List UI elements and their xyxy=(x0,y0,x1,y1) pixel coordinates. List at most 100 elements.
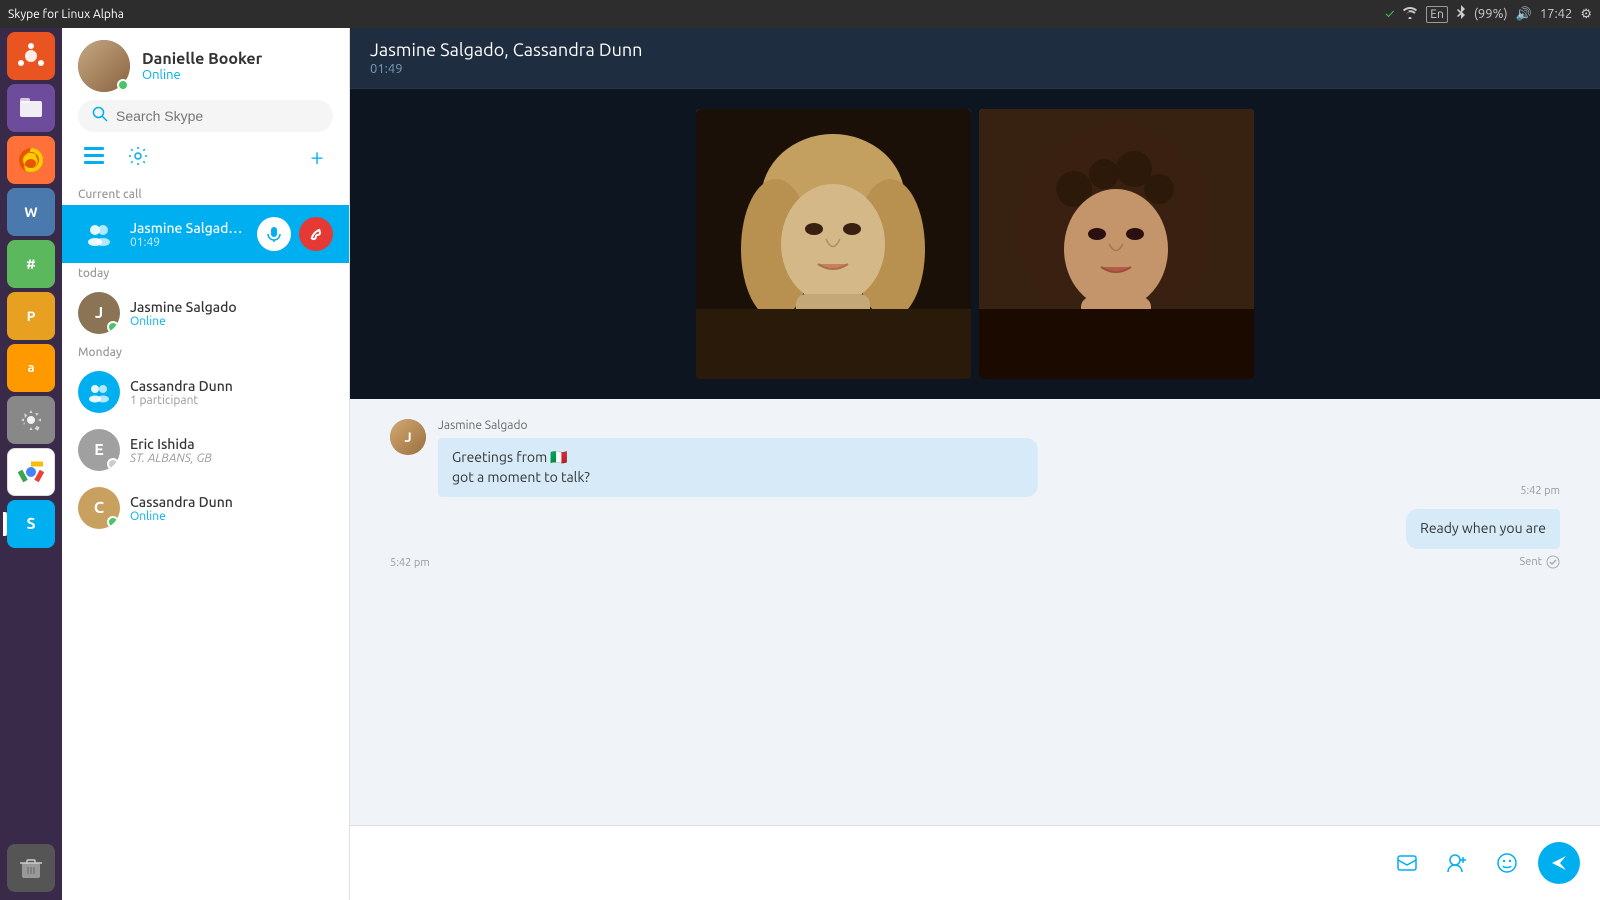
jasmine-msg-avatar: J xyxy=(390,419,426,455)
search-input[interactable] xyxy=(116,108,319,124)
contact-item-cassandra[interactable]: C Cassandra Dunn Online xyxy=(62,479,349,537)
cassandra-status-text: Online xyxy=(130,510,333,523)
contact-item-jasmine[interactable]: J Jasmine Salgado Online xyxy=(62,284,349,342)
sent-status: Sent xyxy=(1520,555,1560,569)
message-group-jasmine: J Jasmine Salgado Greetings from 🇮🇹 got … xyxy=(390,419,1560,497)
video-jasmine xyxy=(696,109,971,379)
avatar-container xyxy=(78,40,130,92)
cassandra-info: Cassandra Dunn Online xyxy=(130,494,333,523)
dock-system-settings[interactable] xyxy=(7,396,55,444)
contacts-tab-btn[interactable] xyxy=(78,140,110,172)
contact-item-eric[interactable]: E Eric Ishida ST. ALBANS, GB xyxy=(62,421,349,479)
eric-info: Eric Ishida ST. ALBANS, GB xyxy=(130,436,333,465)
settings-btn[interactable] xyxy=(122,140,154,172)
mute-btn[interactable] xyxy=(257,217,291,251)
cassandra-avatar: C xyxy=(78,487,120,529)
dock-trash[interactable] xyxy=(7,844,55,892)
titlebar-left: Skype for Linux Alpha xyxy=(8,8,124,21)
call-duration: 01:49 xyxy=(130,236,247,249)
user-name: Danielle Booker xyxy=(142,50,262,68)
add-contact-btn[interactable]: + xyxy=(301,140,333,172)
check-tray-icon: ✓ xyxy=(1385,7,1394,21)
eric-status xyxy=(107,458,119,470)
sidebar-header: Danielle Booker Online xyxy=(62,28,349,100)
call-controls xyxy=(257,217,333,251)
sidebar: Danielle Booker Online + Current call xyxy=(62,28,350,900)
video-area xyxy=(350,89,1600,399)
own-msg-bubble: Ready when you are xyxy=(1406,509,1560,549)
jasmine-msg-time: 5:42 pm xyxy=(1520,485,1560,497)
call-info: Jasmine Salgado, Ca... 01:49 xyxy=(130,220,247,249)
chat-area: Jasmine Salgado, Cassandra Dunn 01:49 xyxy=(350,28,1600,900)
dock-firefox[interactable] xyxy=(7,136,55,184)
chat-title: Jasmine Salgado, Cassandra Dunn xyxy=(370,40,1580,60)
own-message-group: 5:42 pm Ready when you are Sent xyxy=(390,509,1560,569)
own-msg-content: Ready when you are Sent xyxy=(442,509,1560,569)
cassandra-name: Cassandra Dunn xyxy=(130,494,333,510)
titlebar: Skype for Linux Alpha ✓ En (99%) 🔊 17:42… xyxy=(0,0,1600,28)
current-call-label: Current call xyxy=(62,184,349,205)
monday-label: Monday xyxy=(62,342,349,363)
video-cassandra xyxy=(979,109,1254,379)
eric-avatar: E xyxy=(78,429,120,471)
sent-label: Sent xyxy=(1520,556,1542,568)
dock-ubuntu[interactable] xyxy=(7,32,55,80)
jasmine-info: Jasmine Salgado Online xyxy=(130,299,333,328)
app-title: Skype for Linux Alpha xyxy=(8,8,124,21)
end-call-btn[interactable] xyxy=(299,217,333,251)
jasmine-status xyxy=(107,321,119,333)
jasmine-msg-sender: Jasmine Salgado xyxy=(438,419,1508,432)
send-btn[interactable] xyxy=(1538,842,1580,884)
main-container: W # P a S xyxy=(0,28,1600,900)
cassandra-group-name: Cassandra Dunn xyxy=(130,378,333,394)
dock: W # P a S xyxy=(0,28,62,900)
cassandra-status xyxy=(107,516,119,528)
dock-skype[interactable]: S xyxy=(7,500,55,548)
eric-name: Eric Ishida xyxy=(130,436,333,452)
system-settings-icon[interactable]: ⚙ xyxy=(1580,7,1592,22)
dock-amazon[interactable]: a xyxy=(7,344,55,392)
search-bar[interactable] xyxy=(78,100,333,132)
sidebar-toolbar: + xyxy=(62,140,349,184)
emoji-btn[interactable] xyxy=(1488,844,1526,882)
lang-indicator: En xyxy=(1426,6,1448,23)
jasmine-msg-bubble-1: Greetings from 🇮🇹 got a moment to talk? xyxy=(438,438,1038,497)
jasmine-name: Jasmine Salgado xyxy=(130,299,333,315)
wifi-icon xyxy=(1402,7,1418,22)
search-icon xyxy=(92,106,108,126)
dock-files[interactable] xyxy=(7,84,55,132)
volume-icon: 🔊 xyxy=(1516,7,1532,22)
chat-header: Jasmine Salgado, Cassandra Dunn 01:49 xyxy=(350,28,1600,89)
messages-area: J Jasmine Salgado Greetings from 🇮🇹 got … xyxy=(350,399,1600,825)
add-participants-btn[interactable] xyxy=(1438,844,1476,882)
dock-doc[interactable]: P xyxy=(7,292,55,340)
own-msg-time: 5:42 pm xyxy=(390,557,430,569)
dock-text[interactable]: W xyxy=(7,188,55,236)
dock-chrome[interactable] xyxy=(7,448,55,496)
today-label: today xyxy=(62,263,349,284)
user-status: Online xyxy=(142,68,262,82)
cassandra-group-info: Cassandra Dunn 1 participant xyxy=(130,378,333,407)
chat-subtitle: 01:49 xyxy=(370,62,1580,76)
contact-item-cassandra-group[interactable]: Cassandra Dunn 1 participant xyxy=(62,363,349,421)
jasmine-status-text: Online xyxy=(130,315,333,328)
titlebar-right: ✓ En (99%) 🔊 17:42 ⚙ xyxy=(1385,5,1592,24)
cassandra-group-sub: 1 participant xyxy=(130,394,333,407)
current-call-item[interactable]: Jasmine Salgado, Ca... 01:49 xyxy=(62,205,349,263)
input-area xyxy=(350,825,1600,900)
message-input[interactable] xyxy=(370,855,1376,871)
call-name: Jasmine Salgado, Ca... xyxy=(130,220,247,236)
eric-sub: ST. ALBANS, GB xyxy=(130,452,333,465)
call-avatar xyxy=(78,213,120,255)
user-info: Danielle Booker Online xyxy=(142,50,262,82)
cassandra-group-avatar xyxy=(78,371,120,413)
dock-calc[interactable]: # xyxy=(7,240,55,288)
jasmine-avatar: J xyxy=(78,292,120,334)
file-attach-btn[interactable] xyxy=(1388,844,1426,882)
jasmine-msg-line1: Greetings from 🇮🇹 xyxy=(452,449,568,465)
jasmine-msg-line2: got a moment to talk? xyxy=(452,469,590,485)
clock: 17:42 xyxy=(1540,7,1573,21)
bluetooth-icon xyxy=(1456,5,1466,24)
user-online-indicator xyxy=(117,79,129,91)
sent-checkmark-icon xyxy=(1546,555,1560,569)
